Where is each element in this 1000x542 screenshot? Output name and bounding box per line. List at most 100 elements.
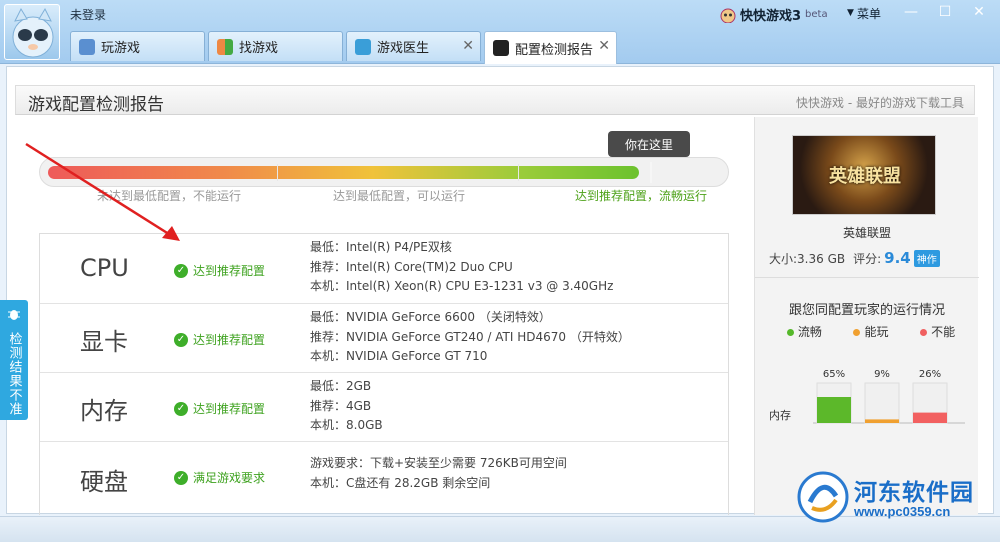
game-score: 9.4 bbox=[884, 249, 911, 267]
spec-requirement: 游戏要求：下载+安装至少需要 726KB可用空间 bbox=[310, 456, 567, 470]
progress-divider bbox=[277, 164, 278, 181]
title-bar: 未登录 玩游戏 找游戏 游戏医生 ✕ 配置检测报告 ✕ 快快游戏3 beta ▼… bbox=[0, 0, 1000, 64]
legend-dot bbox=[920, 329, 928, 336]
chart-bar bbox=[913, 412, 947, 423]
menu-icon: ▼ bbox=[847, 8, 854, 18]
content-panel: 游戏配置检测报告 快快游戏 - 最好的游戏下载工具 你在这里 未达到最低配置，不… bbox=[6, 66, 994, 515]
tick-recommended: 达到推荐配置，流畅运行 bbox=[575, 189, 708, 203]
watermark-name: 河东软件园 bbox=[854, 480, 974, 506]
spec-local: 本机：8.0GB bbox=[310, 418, 383, 432]
score-label: 评分: bbox=[853, 251, 882, 266]
status-text: 达到推荐配置 bbox=[193, 264, 266, 278]
tab-find-games[interactable]: 找游戏 bbox=[208, 31, 343, 61]
hardware-name: 内存 bbox=[80, 397, 128, 425]
game-info: 大小:3.36 GB 评分: 9.4 神作 bbox=[769, 249, 940, 267]
login-status[interactable]: 未登录 bbox=[70, 6, 106, 23]
spec-list: 最低：2GB 推荐：4GB 本机：8.0GB bbox=[310, 377, 383, 436]
grid-icon bbox=[217, 38, 233, 55]
chart-data-label: 26% bbox=[919, 369, 941, 380]
tab-label: 找游戏 bbox=[239, 41, 279, 56]
report-icon bbox=[493, 40, 509, 56]
players-bar-chart: 内存 65% 9% 26% bbox=[769, 369, 965, 424]
legend-playable: 能玩 bbox=[853, 323, 888, 340]
spec-local: 本机：NVIDIA GeForce GT 710 bbox=[310, 349, 488, 363]
status-badge: ✓ 达到推荐配置 bbox=[174, 331, 265, 348]
legend-dot bbox=[853, 329, 861, 336]
chart-data-label: 9% bbox=[874, 369, 890, 380]
tick-below-min: 未达到最低配置，不能运行 bbox=[97, 189, 242, 203]
brand-name: 快快游戏3 bbox=[740, 9, 802, 24]
row-memory: 内存 ✓ 达到推荐配置 最低：2GB 推荐：4GB 本机：8.0GB bbox=[40, 373, 728, 442]
chart-category-label: 内存 bbox=[769, 408, 791, 422]
tick-min: 达到最低配置，可以运行 bbox=[333, 189, 466, 203]
chart-bar bbox=[865, 419, 899, 423]
status-text: 达到推荐配置 bbox=[193, 402, 266, 416]
chart-bar bbox=[817, 397, 851, 423]
bug-icon bbox=[8, 310, 20, 320]
spec-recommended: 推荐：4GB bbox=[310, 398, 372, 413]
status-text: 达到推荐配置 bbox=[193, 333, 266, 347]
chart-legend: 流畅 能玩 不能 bbox=[771, 323, 971, 340]
slogan: 快快游戏 - 最好的游戏下载工具 bbox=[796, 96, 964, 110]
row-disk: 硬盘 ✓ 满足游戏要求 游戏要求：下载+安装至少需要 726KB可用空间 本机：… bbox=[40, 442, 728, 516]
progress-divider bbox=[518, 164, 519, 181]
tab-label: 配置检测报告 bbox=[515, 42, 594, 58]
watermark-url: www.pc0359.cn bbox=[854, 504, 951, 519]
check-icon: ✓ bbox=[174, 470, 188, 485]
legend-cannot: 不能 bbox=[920, 323, 955, 340]
hardware-name: CPU bbox=[80, 254, 129, 282]
progress-fill bbox=[48, 166, 639, 179]
legend-dot bbox=[786, 329, 794, 336]
spec-recommended: 推荐：NVIDIA GeForce GT240 / ATI HD4670 （开特… bbox=[310, 329, 630, 344]
chart-data-label: 65% bbox=[823, 369, 845, 380]
status-badge: ✓ 达到推荐配置 bbox=[174, 262, 265, 279]
avatar[interactable] bbox=[4, 4, 60, 60]
chart-bar-background bbox=[864, 382, 900, 424]
minimize-button[interactable]: — bbox=[896, 2, 926, 22]
players-title: 跟您同配置玩家的运行情况 bbox=[788, 303, 945, 318]
tab-config-report[interactable]: 配置检测报告 ✕ bbox=[484, 31, 617, 64]
report-inaccurate-tab[interactable]: 检测结果不准 bbox=[0, 300, 28, 420]
check-icon: ✓ bbox=[174, 401, 188, 416]
spec-list: 最低：NVIDIA GeForce 6600 （关闭特效） 推荐：NVIDIA … bbox=[310, 308, 630, 367]
close-icon[interactable]: ✕ bbox=[598, 38, 610, 54]
rating-badge: 神作 bbox=[913, 249, 940, 267]
row-cpu: CPU ✓ 达到推荐配置 最低：Intel(R) P4/PE双核 推荐：Inte… bbox=[40, 234, 728, 304]
menu-label: 菜单 bbox=[856, 6, 881, 21]
game-cover-logo: 英雄联盟 bbox=[829, 166, 901, 187]
status-badge: ✓ 达到推荐配置 bbox=[174, 400, 265, 417]
check-icon: ✓ bbox=[174, 332, 188, 347]
brand-logo-icon bbox=[720, 8, 736, 23]
config-progress-bar bbox=[39, 157, 729, 187]
hardware-table: CPU ✓ 达到推荐配置 最低：Intel(R) P4/PE双核 推荐：Inte… bbox=[39, 233, 729, 515]
game-name[interactable]: 英雄联盟 bbox=[755, 224, 979, 241]
medkit-icon bbox=[355, 38, 371, 55]
spec-min: 最低：NVIDIA GeForce 6600 （关闭特效） bbox=[310, 310, 551, 324]
status-text: 满足游戏要求 bbox=[193, 471, 266, 485]
hardware-name: 显卡 bbox=[80, 328, 128, 356]
status-badge: ✓ 满足游戏要求 bbox=[174, 469, 265, 486]
tab-game-doctor[interactable]: 游戏医生 ✕ bbox=[346, 31, 481, 61]
gamepad-icon bbox=[79, 38, 95, 55]
spec-list: 最低：Intel(R) P4/PE双核 推荐：Intel(R) Core(TM)… bbox=[310, 238, 613, 297]
divider bbox=[755, 277, 979, 278]
tab-play-games[interactable]: 玩游戏 bbox=[70, 31, 205, 61]
watermark-logo-icon bbox=[797, 471, 849, 523]
side-tab-label: 检测结果不准 bbox=[6, 332, 22, 416]
spec-min: 最低：Intel(R) P4/PE双核 bbox=[310, 240, 452, 254]
close-button[interactable]: ✕ bbox=[964, 2, 994, 22]
menu-button[interactable]: ▼ 菜单 bbox=[838, 3, 890, 23]
spec-min: 最低：2GB bbox=[310, 379, 372, 393]
spec-local: 本机：C盘还有 28.2GB 剩余空间 bbox=[310, 475, 491, 490]
close-icon[interactable]: ✕ bbox=[462, 38, 474, 54]
game-side-panel: 英雄联盟 英雄联盟 大小:3.36 GB 评分: 9.4 神作 跟您同配置玩家的… bbox=[754, 117, 979, 515]
watermark: 河东软件园 www.pc0359.cn bbox=[796, 470, 996, 530]
report-header: 游戏配置检测报告 快快游戏 - 最好的游戏下载工具 bbox=[15, 85, 975, 115]
avatar-mascot-icon bbox=[12, 7, 54, 58]
progress-position-mark bbox=[650, 162, 652, 183]
spec-list: 游戏要求：下载+安装至少需要 726KB可用空间 本机：C盘还有 28.2GB … bbox=[310, 454, 567, 493]
maximize-button[interactable]: ☐ bbox=[930, 2, 960, 22]
row-gpu: 显卡 ✓ 达到推荐配置 最低：NVIDIA GeForce 6600 （关闭特效… bbox=[40, 304, 728, 373]
tab-label: 玩游戏 bbox=[101, 41, 141, 56]
game-cover-image[interactable]: 英雄联盟 bbox=[792, 135, 936, 215]
